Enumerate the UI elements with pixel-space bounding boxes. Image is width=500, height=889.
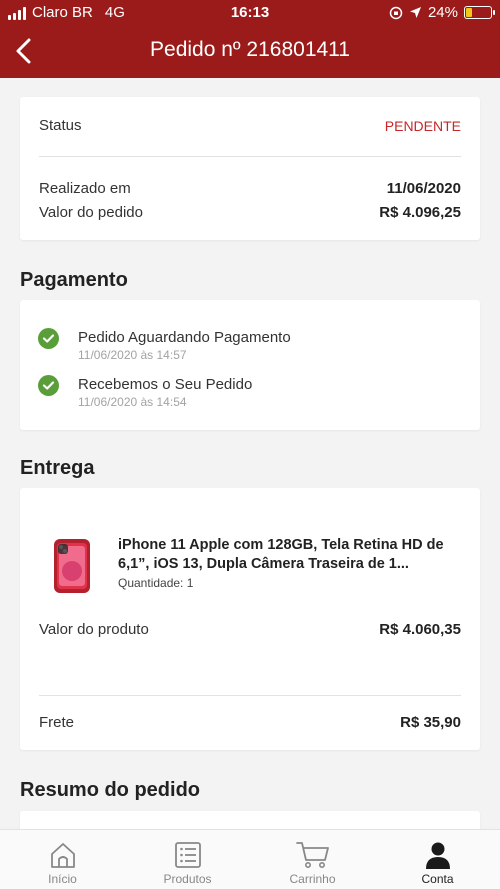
status-label: Status: [39, 117, 82, 134]
battery-percent: 24%: [427, 4, 458, 21]
tab-inicio[interactable]: Início: [0, 830, 125, 889]
cart-icon: [295, 842, 329, 868]
location-arrow-icon: [409, 7, 421, 18]
order-date-value: 11/06/2020: [386, 180, 461, 197]
tab-carrinho[interactable]: Carrinho: [250, 830, 375, 889]
tab-label: Conta: [421, 872, 454, 886]
delivery-card: iPhone 11 Apple com 128GB, Tela Retina H…: [20, 488, 480, 750]
battery-fill: [466, 8, 472, 17]
tab-label: Início: [48, 872, 77, 886]
status-bar: Claro BR 4G 16:13 24%: [0, 0, 500, 26]
product-value-label: Valor do produto: [39, 621, 149, 638]
status-badge: PENDENTE: [384, 118, 461, 134]
tab-produtos[interactable]: Produtos: [125, 830, 250, 889]
shipping-label: Frete: [39, 714, 75, 731]
page-title: Pedido nº 216801411: [150, 38, 350, 61]
tab-conta[interactable]: Conta: [375, 830, 500, 889]
payment-step-title: Pedido Aguardando Pagamento: [78, 329, 291, 346]
payment-step-title: Recebemos o Seu Pedido: [78, 376, 253, 393]
app-header: Pedido nº 216801411: [0, 26, 500, 78]
order-date-label: Realizado em: [39, 180, 131, 197]
product-quantity: Quantidade: 1: [118, 576, 194, 590]
order-total-label: Valor do pedido: [39, 204, 143, 221]
rotation-lock-icon: [389, 6, 403, 19]
divider: [39, 156, 461, 157]
tab-label: Produtos: [163, 872, 212, 886]
product-image[interactable]: [50, 537, 94, 595]
payment-card: Pedido Aguardando Pagamento 11/06/2020 à…: [20, 300, 480, 430]
tab-label: Carrinho: [289, 872, 336, 886]
list-icon: [174, 842, 201, 868]
divider: [39, 695, 461, 696]
battery-icon: [464, 6, 495, 19]
order-summary-card: Status PENDENTE Realizado em 11/06/2020 …: [20, 97, 480, 240]
user-icon: [425, 842, 450, 869]
product-value: R$ 4.060,35: [379, 621, 461, 638]
order-summary-section-title: Resumo do pedido: [20, 779, 200, 801]
product-name[interactable]: iPhone 11 Apple com 128GB, Tela Retina H…: [118, 536, 448, 574]
payment-step-time: 11/06/2020 às 14:57: [78, 348, 187, 362]
delivery-section-title: Entrega: [20, 457, 95, 479]
check-icon: [38, 328, 59, 349]
check-icon: [38, 375, 59, 396]
order-total-value: R$ 4.096,25: [379, 204, 461, 221]
payment-section-title: Pagamento: [20, 269, 128, 291]
status-bar-right: 24%: [389, 4, 495, 21]
home-icon: [50, 843, 75, 868]
tab-bar: Início Produtos Carrinho Conta: [0, 829, 500, 889]
payment-step-time: 11/06/2020 às 14:54: [78, 395, 187, 409]
shipping-value: R$ 35,90: [400, 714, 461, 731]
